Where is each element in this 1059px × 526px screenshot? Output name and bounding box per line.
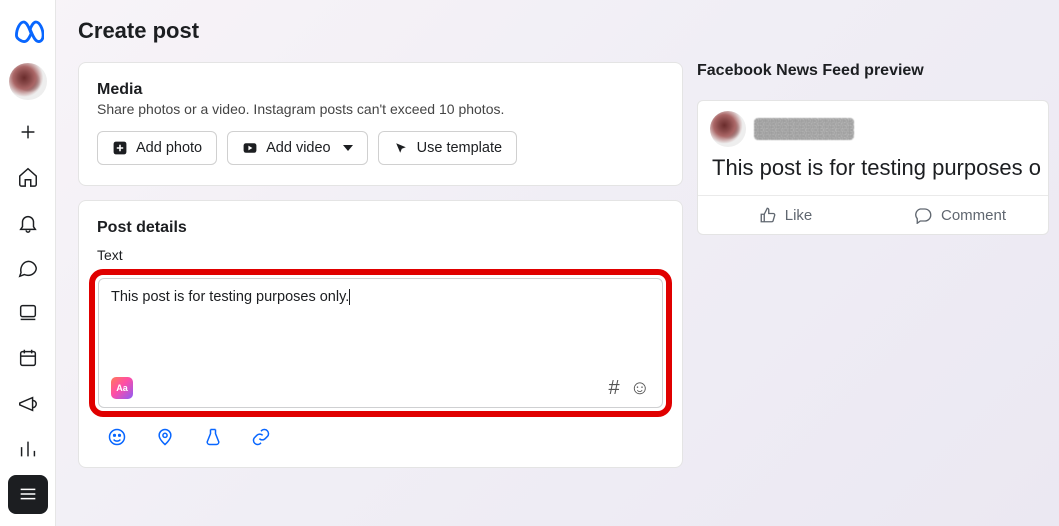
location-icon[interactable] — [155, 427, 175, 447]
video-icon — [242, 140, 258, 156]
feeling-icon[interactable] — [107, 427, 127, 447]
add-video-label: Add video — [266, 140, 331, 156]
meta-logo[interactable] — [12, 14, 44, 51]
main-content: Create post Media Share photos or a vide… — [56, 0, 1059, 526]
comment-icon — [915, 206, 933, 224]
notifications-icon[interactable] — [8, 203, 48, 242]
link-icon[interactable] — [251, 427, 271, 447]
like-button[interactable]: Like — [698, 196, 873, 234]
post-text-value: This post is for testing purposes only. — [111, 289, 650, 369]
background-picker-button[interactable]: Aa — [111, 377, 133, 399]
calendar-icon[interactable] — [8, 339, 48, 378]
menu-icon[interactable] — [8, 475, 48, 514]
text-label: Text — [97, 247, 664, 263]
media-card-title: Media — [97, 81, 664, 99]
home-icon[interactable] — [8, 158, 48, 197]
insights-icon[interactable] — [8, 429, 48, 468]
comment-button[interactable]: Comment — [873, 196, 1048, 234]
preview-card: This post is for testing purposes o Like… — [697, 100, 1049, 235]
ads-icon[interactable] — [8, 384, 48, 423]
like-icon — [759, 206, 777, 224]
hashtag-button[interactable]: # — [608, 378, 619, 398]
use-template-button[interactable]: Use template — [378, 131, 517, 165]
media-card: Media Share photos or a video. Instagram… — [78, 62, 683, 186]
add-photo-icon — [112, 140, 128, 156]
preview-title: Facebook News Feed preview — [697, 62, 1049, 80]
user-avatar[interactable] — [9, 63, 47, 100]
use-template-label: Use template — [417, 140, 502, 156]
create-icon[interactable] — [8, 112, 48, 151]
post-details-card: Post details Text This post is for testi… — [78, 200, 683, 468]
sidebar — [0, 0, 56, 526]
ab-test-icon[interactable] — [203, 427, 223, 447]
preview-avatar — [710, 111, 746, 147]
preview-post-text: This post is for testing purposes o — [698, 149, 1048, 191]
page-title: Create post — [78, 18, 1049, 44]
add-video-button[interactable]: Add video — [227, 131, 368, 165]
comment-label: Comment — [941, 207, 1006, 224]
media-card-subtitle: Share photos or a video. Instagram posts… — [97, 101, 664, 117]
template-icon — [393, 140, 409, 156]
highlight-frame: This post is for testing purposes only. … — [89, 269, 672, 417]
chevron-down-icon — [343, 145, 353, 151]
left-column: Media Share photos or a video. Instagram… — [78, 62, 683, 468]
right-column: Facebook News Feed preview This post is … — [697, 62, 1049, 235]
post-details-title: Post details — [97, 219, 664, 237]
post-text-input[interactable]: This post is for testing purposes only. … — [98, 278, 663, 408]
preview-page-name — [754, 118, 854, 140]
messages-icon[interactable] — [8, 248, 48, 287]
add-photo-label: Add photo — [136, 140, 202, 156]
post-options-row — [97, 417, 664, 447]
posts-icon[interactable] — [8, 294, 48, 333]
add-photo-button[interactable]: Add photo — [97, 131, 217, 165]
emoji-button[interactable]: ☺ — [630, 378, 650, 398]
like-label: Like — [785, 207, 813, 224]
